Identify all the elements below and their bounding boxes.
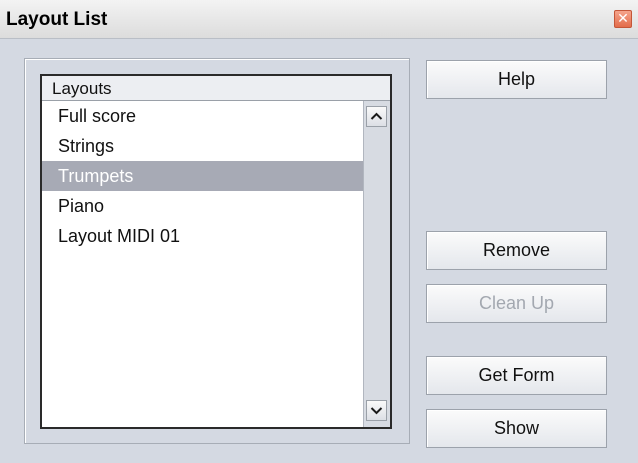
list-item-full-score[interactable]: Full score (42, 101, 365, 131)
help-button[interactable]: Help (426, 60, 607, 99)
clean-up-button: Clean Up (426, 284, 607, 323)
vertical-scrollbar[interactable] (363, 101, 390, 427)
layout-list-dialog: Layout List ✕ Layouts Full score Strings… (0, 0, 638, 463)
show-button[interactable]: Show (426, 409, 607, 448)
get-form-button[interactable]: Get Form (426, 356, 607, 395)
list-rows: Full score Strings Trumpets Piano Layout… (42, 101, 365, 251)
close-icon[interactable]: ✕ (614, 10, 632, 28)
list-item-strings[interactable]: Strings (42, 131, 365, 161)
list-column-header[interactable]: Layouts (42, 76, 390, 101)
title-bar[interactable]: Layout List ✕ (0, 0, 638, 39)
list-item-trumpets[interactable]: Trumpets (42, 161, 365, 191)
layouts-list[interactable]: Layouts Full score Strings Trumpets Pian… (40, 74, 392, 429)
chevron-down-icon (370, 407, 383, 415)
remove-button[interactable]: Remove (426, 231, 607, 270)
list-header-label: Layouts (52, 79, 112, 98)
window-title: Layout List (6, 9, 108, 30)
scroll-down-button[interactable] (366, 400, 387, 421)
chevron-up-icon (370, 112, 383, 120)
list-item-piano[interactable]: Piano (42, 191, 365, 221)
list-item-layout-midi-01[interactable]: Layout MIDI 01 (42, 221, 365, 251)
scroll-up-button[interactable] (366, 106, 387, 127)
